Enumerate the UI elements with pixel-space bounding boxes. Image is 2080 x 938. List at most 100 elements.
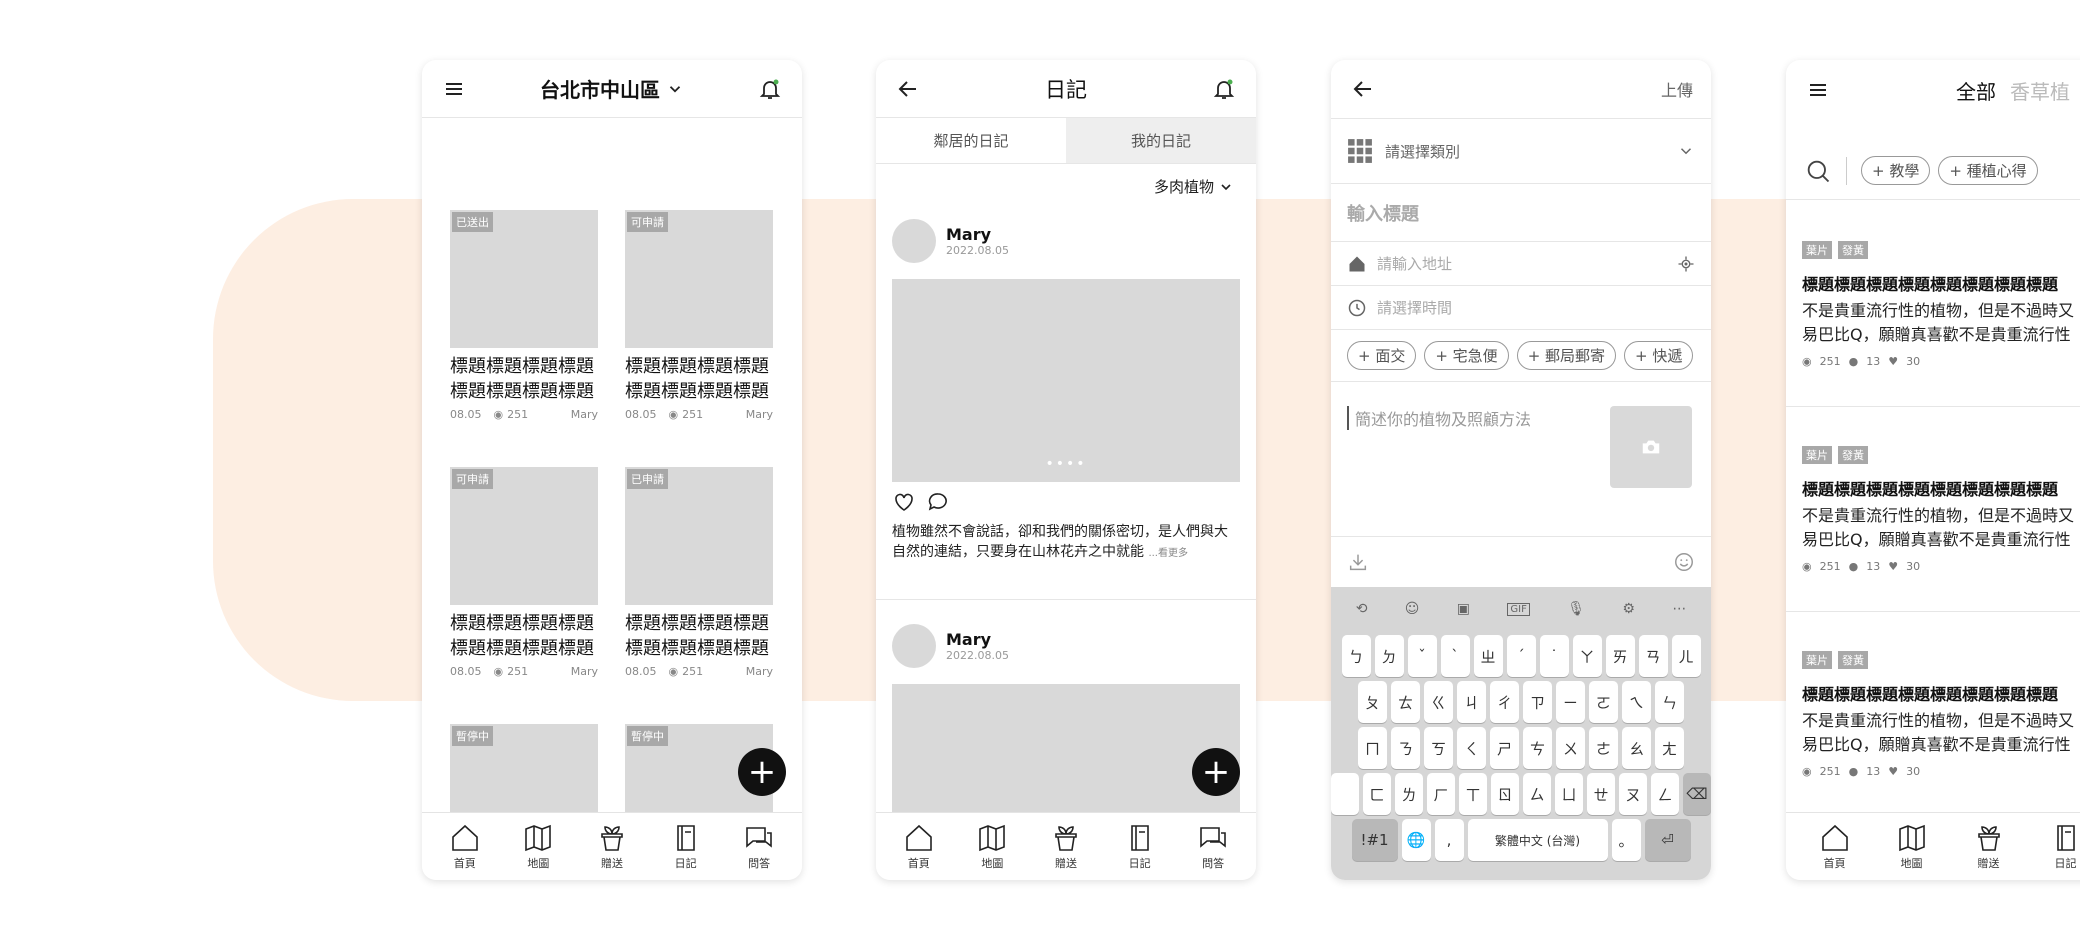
tab-all[interactable]: 全部 bbox=[1956, 76, 1996, 105]
zhuyin-key[interactable]: ˋ bbox=[1440, 635, 1470, 677]
add-listing-button[interactable]: + bbox=[738, 748, 786, 796]
add-diary-button[interactable]: + bbox=[1192, 748, 1240, 796]
zhuyin-key[interactable]: ㄅ bbox=[1341, 635, 1371, 677]
post-author[interactable]: Mary bbox=[946, 630, 1009, 649]
zhuyin-key[interactable]: ㄋ bbox=[1391, 727, 1420, 769]
period-key[interactable]: 。 bbox=[1611, 819, 1641, 861]
backspace-key[interactable]: ⌫ bbox=[1683, 773, 1711, 815]
zhuyin-key[interactable]: ㄜ bbox=[1589, 727, 1618, 769]
back-arrow-icon[interactable] bbox=[1349, 75, 1377, 103]
zhuyin-key[interactable]: ㄐ bbox=[1457, 681, 1486, 723]
tab-herbs[interactable]: 香草植 bbox=[2010, 76, 2070, 105]
location-selector[interactable]: 台北市中山區 bbox=[540, 74, 684, 103]
nav-home[interactable]: 首頁 bbox=[1800, 822, 1869, 871]
bell-icon[interactable] bbox=[1210, 75, 1238, 103]
zhuyin-key[interactable]: ㄩ bbox=[1555, 773, 1583, 815]
nav-diary[interactable]: 日記 bbox=[2031, 822, 2080, 871]
zhuyin-key[interactable]: ㄓ bbox=[1473, 635, 1503, 677]
zhuyin-key[interactable]: ˊ bbox=[1506, 635, 1536, 677]
zhuyin-key[interactable]: ㄍ bbox=[1424, 681, 1453, 723]
zhuyin-key[interactable]: ㄥ bbox=[1651, 773, 1679, 815]
category-filter[interactable]: 多肉植物 bbox=[1154, 176, 1234, 197]
zhuyin-key[interactable]: ㄉ bbox=[1374, 635, 1404, 677]
title-input[interactable]: 輸入標題 bbox=[1331, 184, 1711, 242]
zhuyin-key[interactable]: ㄟ bbox=[1622, 681, 1651, 723]
more-icon[interactable]: ⋯ bbox=[1672, 601, 1686, 617]
zhuyin-key[interactable]: ㄎ bbox=[1424, 727, 1453, 769]
zhuyin-key[interactable]: ㄦ bbox=[1671, 635, 1701, 677]
post-author[interactable]: Mary bbox=[946, 225, 1009, 244]
zhuyin-key[interactable]: ㄝ bbox=[1587, 773, 1615, 815]
translate-icon[interactable]: ⟲ bbox=[1356, 601, 1368, 617]
zhuyin-key[interactable]: ㄆ bbox=[1358, 681, 1387, 723]
zhuyin-key[interactable]: ㄙ bbox=[1523, 773, 1551, 815]
zhuyin-key[interactable]: ㄡ bbox=[1619, 773, 1647, 815]
chip-tutorial[interactable]: + 教學 bbox=[1861, 156, 1931, 185]
listing-card[interactable]: 可申請 標題標題標題標題標題標題標題標題 08.05 ◉ 251 Mary bbox=[625, 210, 773, 421]
zhuyin-key[interactable]: ㄔ bbox=[1490, 681, 1519, 723]
chip-home-delivery[interactable]: + 宅急便 bbox=[1424, 341, 1509, 370]
nav-give[interactable]: 贈送 bbox=[1031, 822, 1101, 871]
zhuyin-key[interactable]: ㄞ bbox=[1605, 635, 1635, 677]
menu-icon[interactable] bbox=[1804, 76, 1832, 104]
globe-key[interactable]: 🌐 bbox=[1401, 819, 1431, 861]
emoji-icon[interactable] bbox=[1673, 551, 1695, 573]
zhuyin-key[interactable]: ㄈ bbox=[1363, 773, 1391, 815]
clipboard-icon[interactable]: ▣ bbox=[1457, 601, 1470, 617]
post-image[interactable]: •••• bbox=[892, 279, 1240, 482]
zhuyin-key[interactable]: ㄘ bbox=[1523, 727, 1552, 769]
zhuyin-key[interactable]: ㄨ bbox=[1556, 727, 1585, 769]
space-key[interactable]: 繁體中文 (台灣) bbox=[1467, 819, 1608, 861]
listing-card[interactable]: 已申請 標題標題標題標題標題標題標題標題 08.05 ◉ 251 Mary bbox=[625, 467, 773, 678]
chip-meetup[interactable]: + 面交 bbox=[1347, 341, 1417, 370]
zhuyin-key[interactable]: ㄤ bbox=[1655, 727, 1684, 769]
download-icon[interactable] bbox=[1347, 551, 1369, 573]
shift-key[interactable] bbox=[1331, 773, 1359, 815]
tab-my-diary[interactable]: 我的日記 bbox=[1066, 118, 1256, 163]
microphone-icon[interactable]: 🎙 bbox=[1567, 601, 1585, 617]
bell-icon[interactable] bbox=[756, 75, 784, 103]
search-icon[interactable] bbox=[1804, 157, 1832, 185]
see-more-link[interactable]: ...看更多 bbox=[1148, 548, 1188, 559]
zhuyin-key[interactable]: ㄏ bbox=[1427, 773, 1455, 815]
chip-growing-notes[interactable]: + 種植心得 bbox=[1938, 156, 2038, 185]
locate-icon[interactable] bbox=[1677, 255, 1695, 273]
zhuyin-key[interactable]: ㄧ bbox=[1556, 681, 1585, 723]
enter-key[interactable]: ⏎ bbox=[1644, 819, 1691, 861]
zhuyin-key[interactable]: ㄚ bbox=[1572, 635, 1602, 677]
nav-home[interactable]: 首頁 bbox=[430, 822, 500, 871]
zhuyin-key[interactable]: ㄊ bbox=[1391, 681, 1420, 723]
nav-map[interactable]: 地圖 bbox=[503, 822, 573, 871]
article-item[interactable]: 葉片 發黃 標題標題標題標題標題標題標題標題 不是貴重流行性的植物，但是不過時又 … bbox=[1802, 651, 2080, 778]
nav-diary[interactable]: 日記 bbox=[1105, 822, 1175, 871]
zhuyin-key[interactable]: ㄌ bbox=[1395, 773, 1423, 815]
zhuyin-key[interactable]: ㄗ bbox=[1523, 681, 1552, 723]
back-arrow-icon[interactable] bbox=[894, 75, 922, 103]
zhuyin-key[interactable]: ㄣ bbox=[1655, 681, 1684, 723]
gif-button[interactable]: GIF bbox=[1507, 602, 1530, 616]
symbols-key[interactable]: !#1 bbox=[1351, 819, 1398, 861]
article-item[interactable]: 葉片 發黃 標題標題標題標題標題標題標題標題 不是貴重流行性的植物，但是不過時又 … bbox=[1802, 446, 2080, 573]
zhuyin-key[interactable]: ˇ bbox=[1407, 635, 1437, 677]
nav-give[interactable]: 贈送 bbox=[577, 822, 647, 871]
listing-card[interactable]: 已送出 標題標題標題標題標題標題標題標題 08.05 ◉ 251 Mary bbox=[450, 210, 598, 421]
description-input[interactable]: 簡述你的植物及照顧方法 bbox=[1347, 406, 1531, 430]
zhuyin-key[interactable]: ㄛ bbox=[1589, 681, 1618, 723]
zhuyin-key[interactable]: ㄇ bbox=[1358, 727, 1387, 769]
nav-map[interactable]: 地圖 bbox=[957, 822, 1027, 871]
zhuyin-key[interactable]: ㄖ bbox=[1491, 773, 1519, 815]
zhuyin-key[interactable]: ㄑ bbox=[1457, 727, 1486, 769]
comment-icon[interactable] bbox=[926, 490, 950, 514]
zhuyin-key[interactable]: ˙ bbox=[1539, 635, 1569, 677]
menu-icon[interactable] bbox=[440, 75, 468, 103]
category-select[interactable]: 請選擇類別 bbox=[1331, 118, 1711, 184]
nav-give[interactable]: 贈送 bbox=[1954, 822, 2023, 871]
heart-icon[interactable] bbox=[892, 490, 916, 514]
zhuyin-key[interactable]: ㄕ bbox=[1490, 727, 1519, 769]
time-input[interactable]: 請選擇時間 bbox=[1331, 286, 1711, 330]
nav-home[interactable]: 首頁 bbox=[884, 822, 954, 871]
nav-diary[interactable]: 日記 bbox=[651, 822, 721, 871]
nav-map[interactable]: 地圖 bbox=[1877, 822, 1946, 871]
nav-qa[interactable]: 問答 bbox=[1178, 822, 1248, 871]
add-photo-button[interactable] bbox=[1610, 406, 1692, 488]
